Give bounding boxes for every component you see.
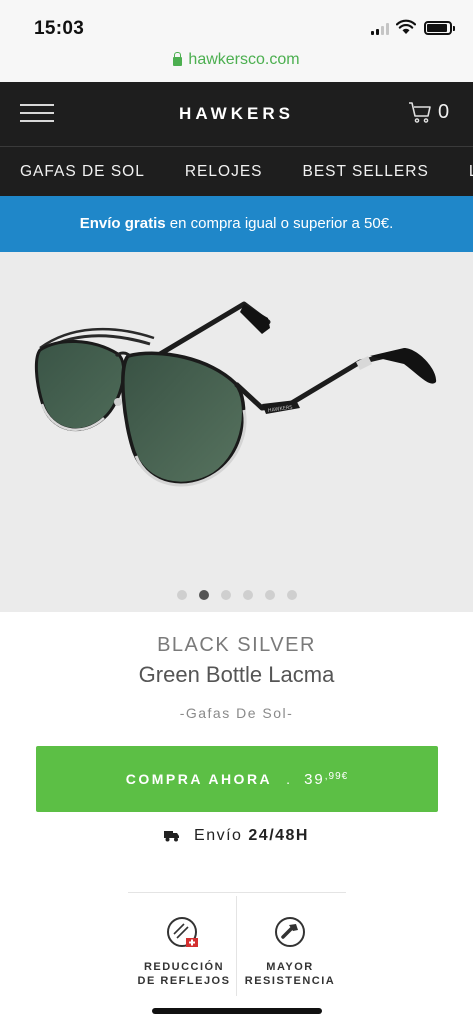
product-brand-line: BLACK SILVER bbox=[157, 634, 316, 656]
nav-item-best-sellers[interactable]: BEST SELLERS bbox=[283, 158, 449, 186]
buy-now-label: COMPRA AHORA bbox=[125, 771, 273, 787]
shipping-label: Envío bbox=[194, 827, 243, 844]
carousel-dots bbox=[0, 590, 473, 600]
anti-reflection-icon bbox=[164, 914, 204, 954]
carousel-dot[interactable] bbox=[242, 590, 253, 600]
free-shipping-banner: Envío gratis en compra igual o superior … bbox=[0, 196, 473, 252]
carousel-dot-active[interactable] bbox=[198, 590, 209, 600]
lock-icon bbox=[173, 52, 183, 66]
nav-item-lim[interactable]: LIM bbox=[449, 158, 473, 186]
wifi-icon bbox=[396, 19, 416, 34]
resistance-icon bbox=[270, 914, 310, 954]
sunglasses-image: HAWKERS bbox=[34, 301, 437, 487]
features-divider bbox=[128, 892, 346, 893]
feature-text-line: REDUCCIÓN bbox=[143, 961, 225, 973]
truck-icon bbox=[164, 831, 180, 842]
banner-bold-text: Envío gratis bbox=[79, 215, 166, 232]
banner-text: en compra igual o superior a 50€. bbox=[165, 215, 394, 232]
carousel-dot[interactable] bbox=[286, 590, 297, 600]
product-image[interactable]: HAWKERS bbox=[0, 252, 473, 612]
feature-text-line: RESISTENCIA bbox=[244, 975, 336, 987]
shipping-time: 24/48H bbox=[248, 827, 309, 844]
brand-logo[interactable]: HAWKERS bbox=[0, 104, 473, 124]
cart-count: 0 bbox=[438, 100, 450, 123]
feature-anti-reflection: REDUCCIÓN DE REFLEJOS bbox=[124, 914, 244, 988]
shipping-info: Envío 24/48H bbox=[0, 827, 473, 845]
nav-item-relojes[interactable]: RELOJES bbox=[165, 158, 283, 186]
carousel-dot[interactable] bbox=[264, 590, 275, 600]
cart-button[interactable]: 0 bbox=[408, 100, 449, 124]
cart-icon bbox=[409, 102, 431, 123]
status-bar: 15:03 bbox=[0, 0, 473, 46]
home-indicator[interactable] bbox=[152, 1008, 322, 1014]
buy-now-button[interactable]: COMPRA AHORA . 39,99€ bbox=[36, 746, 438, 812]
nav-item-gafas-de-sol[interactable]: GAFAS DE SOL bbox=[0, 158, 165, 186]
feature-text-line: MAYOR bbox=[266, 961, 314, 973]
price-cents: ,99€ bbox=[324, 770, 349, 782]
site-header: HAWKERS 0 bbox=[0, 82, 473, 146]
product-model-name: Green Bottle Lacma bbox=[138, 662, 335, 687]
carousel-dot[interactable] bbox=[220, 590, 231, 600]
buy-separator: . bbox=[286, 771, 291, 787]
url-text[interactable]: hawkersco.com bbox=[188, 51, 299, 69]
feature-text-line: DE REFLEJOS bbox=[137, 975, 231, 987]
category-nav: GAFAS DE SOL RELOJES BEST SELLERS LIM bbox=[0, 146, 473, 196]
carousel-dot[interactable] bbox=[176, 590, 187, 600]
status-time: 15:03 bbox=[34, 18, 85, 39]
cellular-signal-icon bbox=[371, 23, 389, 35]
feature-resistance: MAYOR RESISTENCIA bbox=[230, 914, 350, 988]
product-price: 39,99€ bbox=[304, 771, 348, 788]
battery-icon bbox=[424, 21, 455, 35]
product-category: -Gafas De Sol- bbox=[179, 705, 294, 721]
browser-url-bar[interactable]: hawkersco.com bbox=[0, 46, 473, 82]
price-main: 39 bbox=[304, 770, 325, 788]
